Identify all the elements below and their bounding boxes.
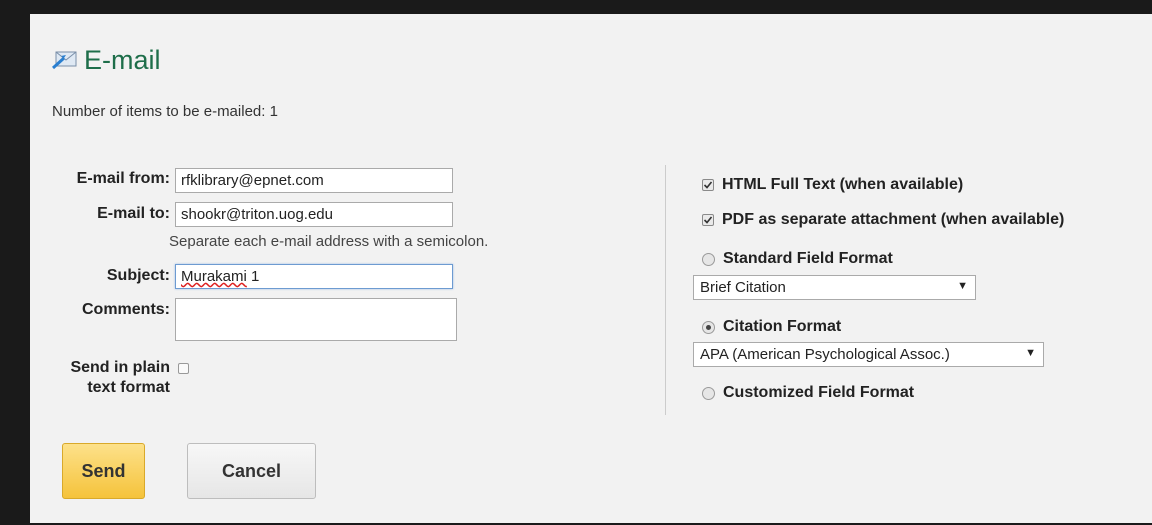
html-full-text-label: HTML Full Text (when available) <box>722 176 964 193</box>
citation-select-value: APA (American Psychological Assoc.) <box>700 346 950 363</box>
email-panel: E-mail Number of items to be e-mailed: 1… <box>30 14 1152 523</box>
standard-field-format-select[interactable]: Brief Citation ▼ <box>693 275 976 300</box>
checkmark-icon <box>703 216 713 224</box>
subject-misspelled-word: Murakami <box>181 268 247 285</box>
column-divider <box>665 165 666 415</box>
standard-field-format-radio[interactable] <box>702 252 715 266</box>
subject-rest: 1 <box>246 268 260 285</box>
title-row: E-mail <box>52 46 161 74</box>
email-icon <box>52 49 78 71</box>
customized-field-format-radio[interactable] <box>702 386 715 400</box>
send-button[interactable]: Send <box>62 443 145 499</box>
pdf-attachment-checkbox[interactable] <box>702 214 714 226</box>
citation-format-label: Citation Format <box>723 318 842 335</box>
dropdown-arrow-icon: ▼ <box>957 280 968 292</box>
citation-format-option[interactable]: Citation Format <box>702 318 841 336</box>
cancel-button[interactable]: Cancel <box>187 443 316 499</box>
dropdown-arrow-icon: ▼ <box>1025 347 1036 359</box>
email-from-label: E-mail from: <box>76 170 170 187</box>
checkmark-icon <box>703 181 713 189</box>
customized-field-format-label: Customized Field Format <box>723 384 915 401</box>
email-to-label: E-mail to: <box>97 205 170 222</box>
comments-textarea[interactable] <box>175 298 457 341</box>
plain-text-checkbox[interactable] <box>178 363 189 374</box>
page-title: E-mail <box>84 45 161 75</box>
email-to-hint: Separate each e-mail address with a semi… <box>169 233 489 250</box>
email-to-field[interactable]: shookr@triton.uog.edu <box>175 202 453 227</box>
subject-field[interactable]: Murakami 1 <box>175 264 453 289</box>
standard-field-format-option[interactable]: Standard Field Format <box>702 250 893 268</box>
standard-field-format-label: Standard Field Format <box>723 250 893 267</box>
email-from-field[interactable]: rfklibrary@epnet.com <box>175 168 453 193</box>
subject-label: Subject: <box>106 267 170 284</box>
customized-field-format-option[interactable]: Customized Field Format <box>702 384 914 402</box>
items-count: Number of items to be e-mailed: 1 <box>52 103 278 120</box>
plain-text-label-line2: text format <box>87 379 170 396</box>
radio-selected-dot <box>706 324 711 330</box>
html-full-text-checkbox[interactable] <box>702 179 714 191</box>
citation-format-radio[interactable] <box>702 320 715 334</box>
plain-text-label: Send in plain text format <box>30 358 170 398</box>
html-full-text-option[interactable]: HTML Full Text (when available) <box>702 176 963 194</box>
comments-label: Comments: <box>81 301 170 318</box>
pdf-attachment-option[interactable]: PDF as separate attachment (when availab… <box>702 211 1064 229</box>
citation-format-select[interactable]: APA (American Psychological Assoc.) ▼ <box>693 342 1044 367</box>
standard-select-value: Brief Citation <box>700 279 786 296</box>
pdf-attachment-label: PDF as separate attachment (when availab… <box>722 211 1065 228</box>
plain-text-label-line1: Send in plain <box>70 359 170 376</box>
